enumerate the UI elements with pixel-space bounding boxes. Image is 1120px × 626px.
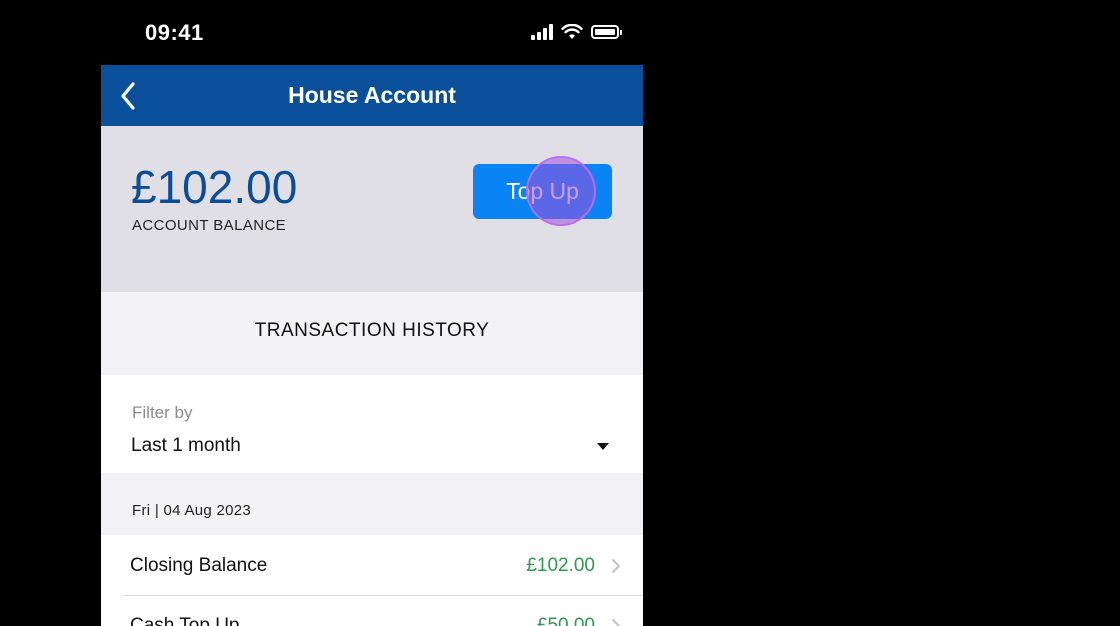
caret-down-icon bbox=[597, 443, 609, 450]
page-title: House Account bbox=[288, 82, 456, 108]
date-header: Fri | 04 Aug 2023 bbox=[132, 502, 252, 519]
status-bar: 09:41 bbox=[101, 0, 643, 65]
signal-icon bbox=[531, 24, 553, 40]
status-time: 09:41 bbox=[145, 20, 204, 45]
transaction-amount: £102.00 bbox=[526, 555, 595, 576]
filter-select[interactable]: Last 1 month bbox=[131, 430, 613, 460]
battery-icon bbox=[591, 25, 622, 39]
chevron-right-icon bbox=[612, 619, 620, 626]
filter-panel: Filter by Last 1 month bbox=[101, 375, 643, 473]
app-screen: House Account £102.00 ACCOUNT BALANCE To… bbox=[101, 65, 643, 626]
nav-bar: House Account bbox=[101, 65, 643, 126]
filter-label: Filter by bbox=[132, 403, 193, 422]
chevron-right-icon bbox=[612, 559, 620, 573]
balance-card: £102.00 ACCOUNT BALANCE Top Up bbox=[101, 126, 643, 292]
transaction-row[interactable]: Closing Balance £102.00 bbox=[101, 535, 643, 595]
transaction-row[interactable]: Cash Top Up £50.00 bbox=[101, 595, 643, 626]
wifi-icon bbox=[561, 24, 583, 39]
transaction-name: Closing Balance bbox=[130, 555, 268, 576]
filter-value: Last 1 month bbox=[131, 435, 241, 456]
transaction-list: Closing Balance £102.00 Cash Top Up £50.… bbox=[101, 535, 643, 626]
transaction-name: Cash Top Up bbox=[130, 615, 240, 626]
top-up-button[interactable]: Top Up bbox=[473, 164, 612, 219]
status-icons bbox=[531, 24, 622, 40]
balance-amount: £102.00 bbox=[131, 161, 298, 213]
balance-label: ACCOUNT BALANCE bbox=[132, 217, 287, 234]
transaction-history-header: TRANSACTION HISTORY bbox=[254, 320, 490, 341]
transaction-amount: £50.00 bbox=[536, 615, 595, 626]
